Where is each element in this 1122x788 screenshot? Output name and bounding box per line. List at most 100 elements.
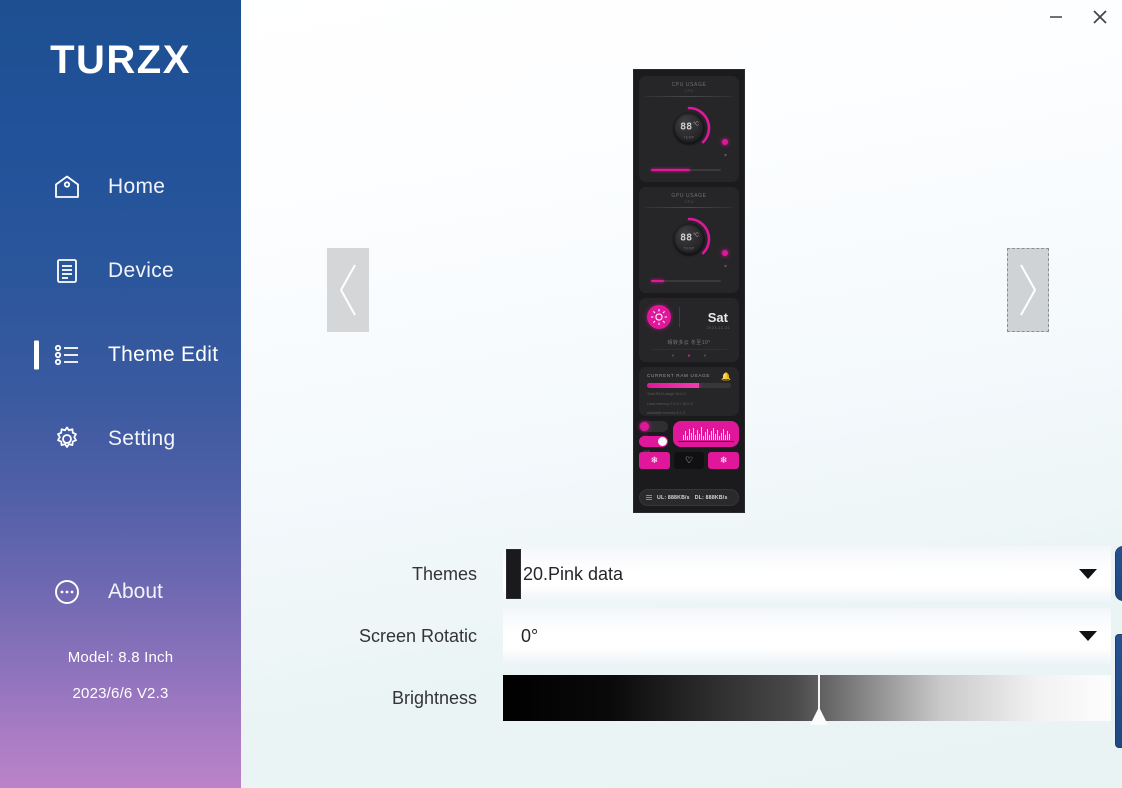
gauge-unit: °C <box>693 121 699 128</box>
preview-card-ram: CURRENT RAM USAGE 🔔 Total RAM usage 16.0… <box>639 367 739 416</box>
card-subheader: GPU <box>684 199 694 204</box>
sidebar-item-device[interactable]: Device <box>0 229 241 313</box>
bell-icon: 🔔 <box>721 372 731 381</box>
ram-line-2: Used memory 9.9 G / 16.0 G <box>647 401 693 406</box>
control-row-brightness: Brightness <box>351 670 1111 726</box>
sidebar-item-home[interactable]: Home <box>0 145 241 229</box>
action-buttons: SetBackground Run <box>1115 546 1122 748</box>
gear-icon <box>50 422 84 456</box>
run-button[interactable]: Run <box>1115 634 1122 748</box>
themes-selected-value: 20.Pink data <box>523 563 624 584</box>
themes-label: Themes <box>411 563 477 584</box>
slider-thumb[interactable] <box>809 673 829 725</box>
controls-panel: Themes 20.Pink data Screen Rotatic 0° Br… <box>351 546 1111 732</box>
app-window: TURZX Home Device Theme Edit Setting Abo… <box>0 0 1122 788</box>
usage-bar <box>651 280 721 282</box>
theme-thumbnail <box>506 549 521 599</box>
sidebar-item-label: Device <box>108 259 174 282</box>
info-dots-icon <box>50 575 84 609</box>
minimize-icon <box>1050 16 1062 18</box>
screen-rotatic-select[interactable]: 0° <box>503 608 1111 664</box>
sidebar-item-label: Theme Edit <box>108 343 219 366</box>
sidebar: TURZX Home Device Theme Edit Setting Abo… <box>0 0 241 788</box>
list-icon <box>50 338 84 372</box>
card-header: CURRENT RAM USAGE <box>647 373 711 378</box>
brightness-label: Brightness <box>391 687 477 708</box>
card-subheader: CPU <box>684 88 694 93</box>
chevron-down-icon <box>1079 569 1097 579</box>
ram-line-3: Available memory 6.1 G <box>647 411 686 416</box>
weather-day: Sat <box>707 309 728 325</box>
document-icon <box>50 254 84 288</box>
gauge-knob: 88°C TEMP <box>673 223 705 255</box>
divider <box>645 96 733 97</box>
status-dot <box>722 139 728 145</box>
toggle-label: OFF <box>643 450 650 454</box>
sidebar-nav: Home Device Theme Edit Setting <box>0 145 241 481</box>
audio-equalizer-icon <box>673 421 739 447</box>
prev-theme-button[interactable] <box>327 248 369 332</box>
dot-1: ● <box>671 353 675 359</box>
weather-date: 2023-12-31 <box>706 325 730 330</box>
set-background-button[interactable]: SetBackground <box>1115 546 1122 601</box>
sidebar-item-about[interactable]: About <box>0 575 241 609</box>
ram-usage-bar <box>647 383 731 388</box>
card-header: GPU USAGE <box>671 193 707 199</box>
divider <box>651 349 727 350</box>
usage-bar <box>651 169 721 171</box>
device-model-text: Model: 8.8 Inch <box>67 649 174 666</box>
dot-2: ● <box>687 353 691 359</box>
download-speed: DL: 888KB/s <box>694 494 728 501</box>
sidebar-item-setting[interactable]: Setting <box>0 397 241 481</box>
ram-line-1: Total RAM usage 16.0 G <box>647 392 687 396</box>
heart-icon[interactable]: ♡ <box>673 452 705 469</box>
slider-track <box>503 675 1111 721</box>
sidebar-item-theme-edit[interactable]: Theme Edit <box>0 313 241 397</box>
close-button[interactable] <box>1078 1 1122 33</box>
close-icon <box>1093 10 1107 24</box>
window-controls <box>1034 0 1122 34</box>
main-content: CPU USAGE CPU 88°C TEMP ▾ GPU USAGE GPU <box>241 0 1122 788</box>
minimize-button[interactable] <box>1034 1 1078 33</box>
chevron-right-icon <box>1020 264 1036 316</box>
preview-network-bar: UL: 888KB/s DL: 888KB/s <box>639 489 739 506</box>
brand-logo: TURZX <box>50 38 191 82</box>
sidebar-item-label: Setting <box>108 427 176 450</box>
chevron-down-icon: ▾ <box>723 264 727 270</box>
preview-card-weather: Sat 2023-12-31 晴转多云 冬至10° ● ● ● <box>639 298 739 362</box>
sun-icon <box>647 305 671 329</box>
upload-speed: UL: 888KB/s <box>657 494 690 501</box>
equalizer-baseline <box>678 441 734 442</box>
weather-dots: ● ● ● <box>647 353 731 359</box>
divider <box>645 207 733 208</box>
brightness-slider[interactable] <box>503 673 1111 725</box>
chevron-down-icon <box>1079 631 1097 641</box>
toggle-switch-2[interactable]: OFF <box>639 436 668 454</box>
dot-3: ● <box>703 353 707 359</box>
device-preview[interactable]: CPU USAGE CPU 88°C TEMP ▾ GPU USAGE GPU <box>633 69 745 513</box>
sidebar-item-label: About <box>108 580 163 603</box>
weather-description: 晴转多云 冬至10° <box>667 340 711 346</box>
gauge-value: 88 <box>680 232 693 244</box>
preview-card-gpu: GPU USAGE GPU 88°C TEMP ▾ <box>639 187 739 293</box>
fan-icon[interactable]: ❄ <box>708 452 740 469</box>
equalizer-bars <box>682 427 730 440</box>
status-dot <box>722 250 728 256</box>
gauge-value: 88 <box>680 121 693 133</box>
screen-rotatic-selected-value: 0° <box>521 625 539 646</box>
next-theme-button[interactable] <box>1007 248 1049 332</box>
preview-icon-button-row: ❄ ♡ ❄ <box>639 452 740 469</box>
fan-icon[interactable]: ❄ <box>639 452 670 469</box>
slider-thumb-icon <box>810 673 829 725</box>
sidebar-item-label: Home <box>108 175 166 198</box>
gauge-sublabel: TEMP <box>683 246 695 251</box>
chevron-down-icon: ▾ <box>723 153 727 159</box>
toggle-switch-1[interactable]: ON <box>639 421 668 439</box>
themes-select[interactable]: 20.Pink data <box>503 546 1111 602</box>
app-version-text: 2023/6/6 V2.3 <box>72 685 169 702</box>
divider <box>679 307 680 327</box>
chevron-left-icon <box>340 264 356 316</box>
preview-toggle-row: ON OFF <box>639 421 739 454</box>
toggle-column: ON OFF <box>639 421 668 454</box>
card-header: CPU USAGE <box>671 82 707 88</box>
